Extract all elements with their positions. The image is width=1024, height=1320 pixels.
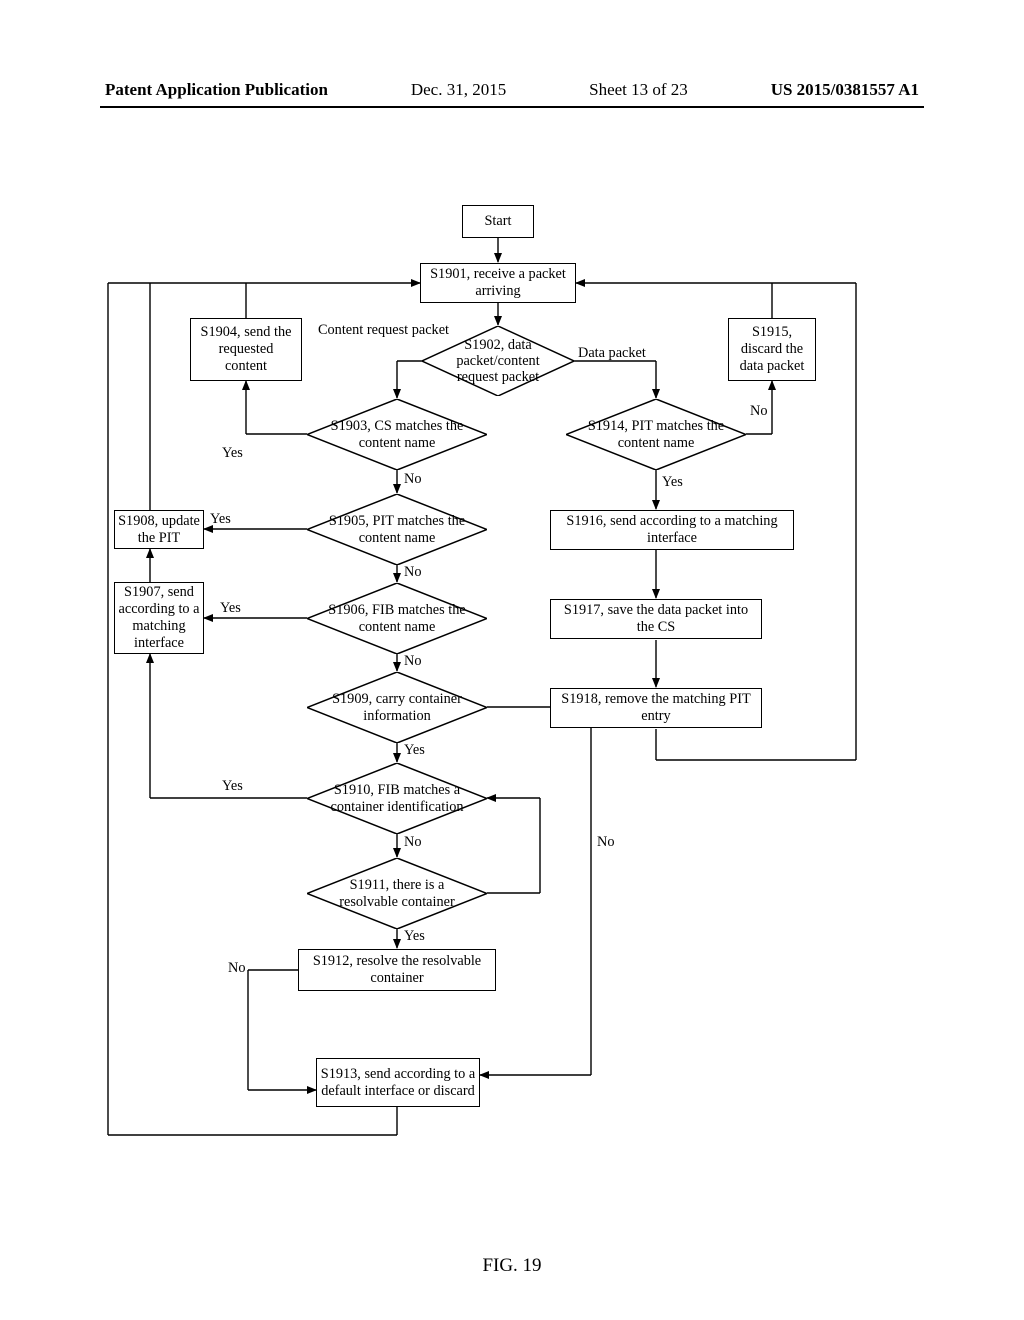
s1911-text: S1911, there is a resolvable container — [321, 877, 473, 909]
s1904-box: S1904, send the requested content — [190, 318, 302, 381]
start-box: Start — [462, 205, 534, 238]
label-data-packet: Data packet — [578, 345, 646, 362]
no-s1905: No — [404, 564, 421, 581]
s1918-box: S1918, remove the matching PIT entry — [550, 688, 762, 728]
header-pubno: US 2015/0381557 A1 — [771, 80, 919, 100]
s1915-box: S1915, discard the data packet — [728, 318, 816, 381]
no-s1910: No — [404, 834, 421, 851]
no-s1914: No — [750, 403, 767, 420]
s1907-text: S1907, send according to a matching inte… — [117, 584, 201, 651]
s1914-text: S1914, PIT matches the content name — [580, 418, 732, 450]
s1905-diamond: S1905, PIT matches the content name — [307, 494, 487, 565]
s1910-diamond: S1910, FIB matches a container identific… — [307, 763, 487, 834]
s1916-box: S1916, send according to a matching inte… — [550, 510, 794, 550]
header-rule — [100, 106, 924, 108]
s1915-text: S1915, discard the data packet — [734, 324, 810, 375]
start-label: Start — [484, 213, 511, 230]
s1908-box: S1908, update the PIT — [114, 510, 204, 549]
content-req-text: Content request packet — [318, 322, 449, 338]
header-date: Dec. 31, 2015 — [411, 80, 506, 100]
label-content-req: Content request packet — [318, 322, 413, 338]
no-s1909: No — [597, 834, 614, 851]
s1913-text: S1913, send according to a default inter… — [319, 1066, 477, 1100]
header-title: Patent Application Publication — [105, 80, 328, 100]
header-sheet: Sheet 13 of 23 — [589, 80, 688, 100]
s1909-diamond: S1909, carry container information — [307, 672, 487, 743]
s1917-box: S1917, save the data packet into the CS — [550, 599, 762, 639]
s1901-box: S1901, receive a packet arriving — [420, 263, 576, 303]
s1918-text: S1918, remove the matching PIT entry — [556, 691, 756, 725]
no-s1911-left: No — [228, 960, 245, 977]
flowchart-canvas: Start S1901, receive a packet arriving S… — [100, 150, 924, 1150]
s1905-text: S1905, PIT matches the content name — [321, 513, 473, 545]
s1914-diamond: S1914, PIT matches the content name — [566, 399, 746, 470]
s1906-diamond: S1906, FIB matches the content name — [307, 583, 487, 654]
page-header: Patent Application Publication Dec. 31, … — [0, 80, 1024, 100]
s1906-text: S1906, FIB matches the content name — [321, 602, 473, 634]
no-s1906: No — [404, 653, 421, 670]
s1901-text: S1901, receive a packet arriving — [426, 266, 570, 300]
s1916-text: S1916, send according to a matching inte… — [556, 513, 788, 547]
s1907-box: S1907, send according to a matching inte… — [114, 582, 204, 654]
yes-s1906: Yes — [220, 600, 241, 617]
s1911-diamond: S1911, there is a resolvable container — [307, 858, 487, 929]
yes-s1905: Yes — [210, 511, 231, 528]
data-packet-text: Data packet — [578, 345, 646, 361]
yes-s1903: Yes — [222, 445, 243, 462]
no-s1903: No — [404, 471, 421, 488]
yes-s1910: Yes — [222, 778, 243, 795]
yes-s1911: Yes — [404, 928, 425, 945]
yes-s1914: Yes — [662, 474, 683, 491]
s1909-text: S1909, carry container information — [321, 691, 473, 723]
figure-label: FIG. 19 — [100, 1255, 924, 1277]
s1903-text: S1903, CS matches the content name — [321, 418, 473, 450]
s1913-box: S1913, send according to a default inter… — [316, 1058, 480, 1107]
s1910-text: S1910, FIB matches a container identific… — [321, 782, 473, 814]
s1912-box: S1912, resolve the resolvable container — [298, 949, 496, 991]
s1912-text: S1912, resolve the resolvable container — [304, 953, 490, 987]
s1904-text: S1904, send the requested content — [196, 324, 296, 375]
s1902-text: S1902, data packet/content request packe… — [436, 337, 560, 385]
yes-s1909: Yes — [404, 742, 425, 759]
s1903-diamond: S1903, CS matches the content name — [307, 399, 487, 470]
s1908-text: S1908, update the PIT — [117, 513, 201, 547]
s1917-text: S1917, save the data packet into the CS — [556, 602, 756, 636]
